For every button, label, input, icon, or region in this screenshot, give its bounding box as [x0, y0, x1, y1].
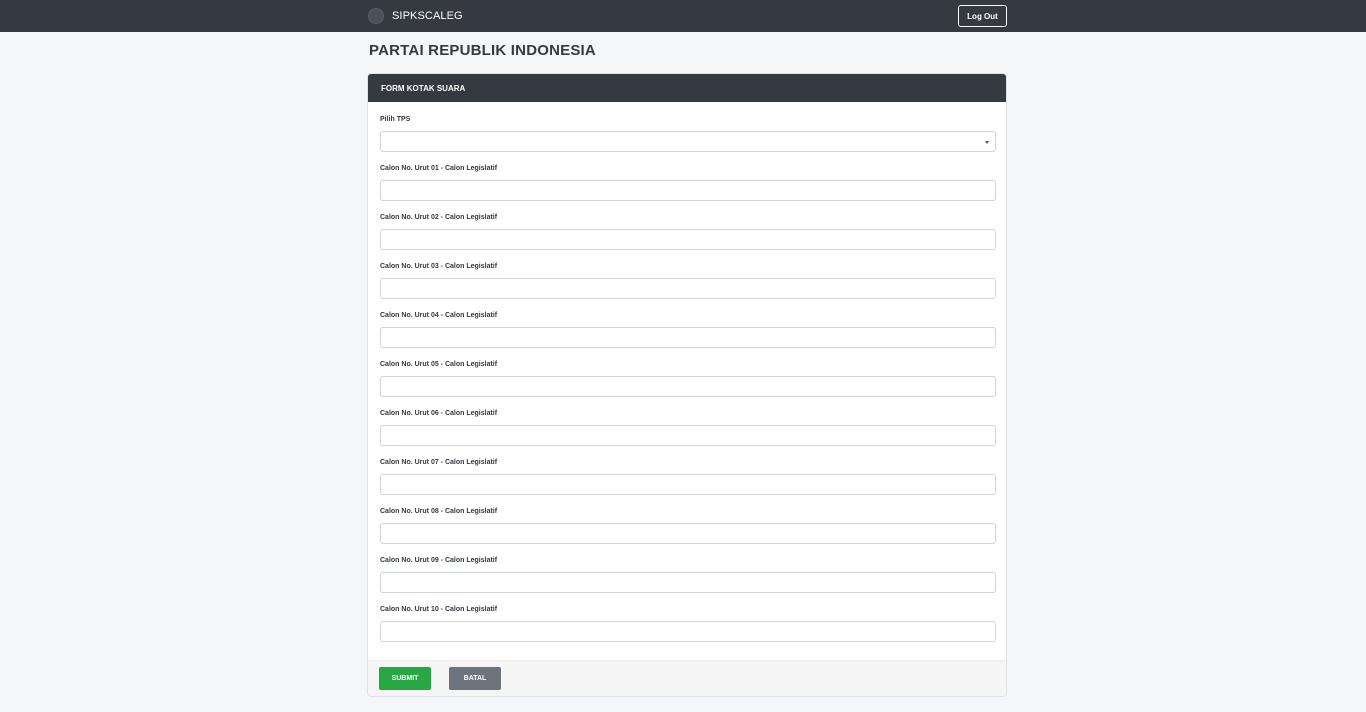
candidate-label: Calon No. Urut 01 - Calon Legislatif [380, 165, 498, 172]
candidate-form-group: Calon No. Urut 10 - Calon Legislatif [380, 604, 996, 642]
candidate-07-input[interactable] [380, 474, 996, 495]
form-card-header: FORM KOTAK SUARA [368, 74, 1006, 102]
candidate-01-input[interactable] [380, 180, 996, 201]
form-card-body: Pilih TPS Calon No. Urut 01 - Calon Legi… [368, 102, 1006, 661]
candidate-05-input[interactable] [380, 376, 996, 397]
candidate-form-group: Calon No. Urut 05 - Calon Legislatif [380, 359, 996, 397]
candidate-form-group: Calon No. Urut 09 - Calon Legislatif [380, 555, 996, 593]
candidate-label: Calon No. Urut 07 - Calon Legislatif [380, 459, 498, 466]
candidate-label: Calon No. Urut 06 - Calon Legislatif [380, 410, 498, 417]
candidate-form-group: Calon No. Urut 02 - Calon Legislatif [380, 212, 996, 250]
candidate-label: Calon No. Urut 10 - Calon Legislatif [380, 606, 498, 613]
candidate-label: Calon No. Urut 09 - Calon Legislatif [380, 557, 498, 564]
candidate-10-input[interactable] [380, 621, 996, 642]
candidate-label: Calon No. Urut 04 - Calon Legislatif [380, 312, 498, 319]
brand-link[interactable]: SIPKSCALEG [368, 0, 463, 32]
submit-button[interactable]: SUBMIT [379, 667, 431, 690]
logout-button[interactable]: Log Out [958, 5, 1007, 27]
candidate-form-group: Calon No. Urut 08 - Calon Legislatif [380, 506, 996, 544]
candidate-09-input[interactable] [380, 572, 996, 593]
candidate-form-group: Calon No. Urut 07 - Calon Legislatif [380, 457, 996, 495]
tps-select[interactable] [380, 131, 996, 152]
candidate-02-input[interactable] [380, 229, 996, 250]
candidate-03-input[interactable] [380, 278, 996, 299]
candidate-form-group: Calon No. Urut 01 - Calon Legislatif [380, 163, 996, 201]
candidate-form-group: Calon No. Urut 06 - Calon Legislatif [380, 408, 996, 446]
candidate-label: Calon No. Urut 03 - Calon Legislatif [380, 263, 498, 270]
brand-text: SIPKSCALEG [392, 10, 463, 22]
chevron-down-icon [985, 141, 989, 144]
tps-form-group: Pilih TPS [380, 114, 996, 152]
top-navbar: SIPKSCALEG Log Out [0, 0, 1366, 32]
candidate-label: Calon No. Urut 02 - Calon Legislatif [380, 214, 498, 221]
candidate-06-input[interactable] [380, 425, 996, 446]
candidate-form-group: Calon No. Urut 03 - Calon Legislatif [380, 261, 996, 299]
page-title: PARTAI REPUBLIK INDONESIA [369, 42, 596, 59]
candidate-form-group: Calon No. Urut 04 - Calon Legislatif [380, 310, 996, 348]
cancel-button[interactable]: BATAL [449, 667, 501, 690]
brand-logo-icon [368, 8, 384, 24]
form-card-footer: SUBMIT BATAL [368, 660, 1006, 696]
candidate-04-input[interactable] [380, 327, 996, 348]
candidate-08-input[interactable] [380, 523, 996, 544]
ballot-box-form-card: FORM KOTAK SUARA Pilih TPS Calon No. Uru… [367, 73, 1007, 697]
candidate-label: Calon No. Urut 05 - Calon Legislatif [380, 361, 498, 368]
tps-label: Pilih TPS [380, 116, 411, 123]
candidate-label: Calon No. Urut 08 - Calon Legislatif [380, 508, 498, 515]
